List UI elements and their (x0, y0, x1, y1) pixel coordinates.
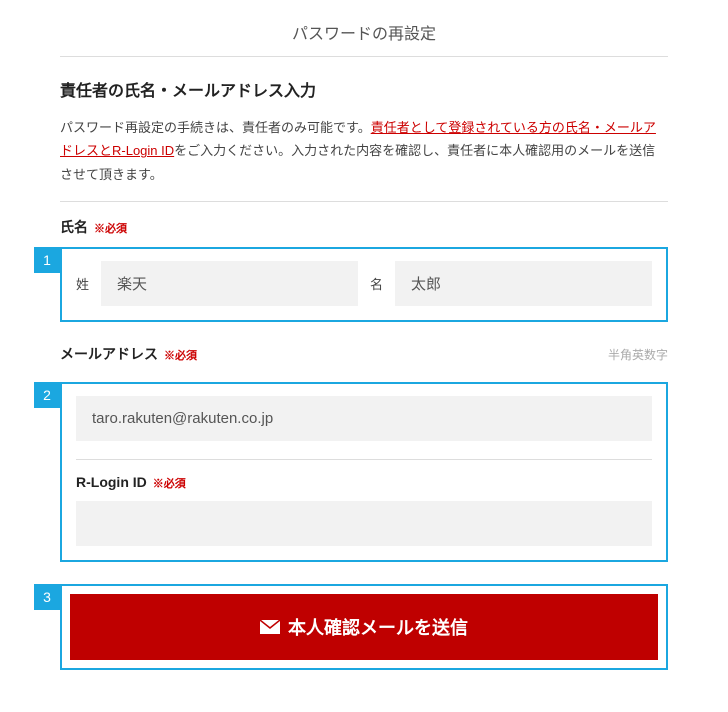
sei-label: 姓 (76, 274, 89, 293)
page-title: パスワードの再設定 (60, 20, 668, 57)
email-callout: 2 R-Login ID ※必須 (60, 382, 668, 562)
mei-input[interactable] (395, 261, 652, 306)
required-badge: ※必須 (153, 475, 186, 491)
desc-pre: パスワード再設定の手続きは、責任者のみ可能です。 (60, 120, 371, 135)
rlogin-input[interactable] (76, 501, 652, 546)
submit-button[interactable]: 本人確認メールを送信 (70, 594, 658, 660)
submit-label: 本人確認メールを送信 (288, 614, 468, 640)
callout-badge-3: 3 (34, 584, 60, 610)
callout-badge-2: 2 (34, 382, 60, 408)
mei-label: 名 (370, 274, 383, 293)
name-label-text: 氏名 (60, 217, 88, 237)
envelope-icon (260, 620, 280, 634)
section-title: 責任者の氏名・メールアドレス入力 (60, 77, 668, 101)
description-text: パスワード再設定の手続きは、責任者のみ可能です。責任者として登録されている方の氏… (60, 116, 668, 202)
email-input[interactable] (76, 396, 652, 441)
email-label-text: メールアドレス (60, 344, 158, 364)
required-badge: ※必須 (94, 220, 127, 236)
sei-input[interactable] (101, 261, 358, 306)
rlogin-label-text: R-Login ID (76, 474, 147, 490)
field-divider (76, 459, 652, 460)
email-hint: 半角英数字 (608, 346, 668, 363)
required-badge: ※必須 (164, 347, 197, 363)
submit-callout: 3 本人確認メールを送信 (60, 584, 668, 670)
name-field-label: 氏名 ※必須 (60, 217, 668, 237)
name-callout: 1 姓 名 (60, 247, 668, 322)
callout-badge-1: 1 (34, 247, 60, 273)
email-label-row: メールアドレス ※必須 半角英数字 (60, 344, 668, 364)
